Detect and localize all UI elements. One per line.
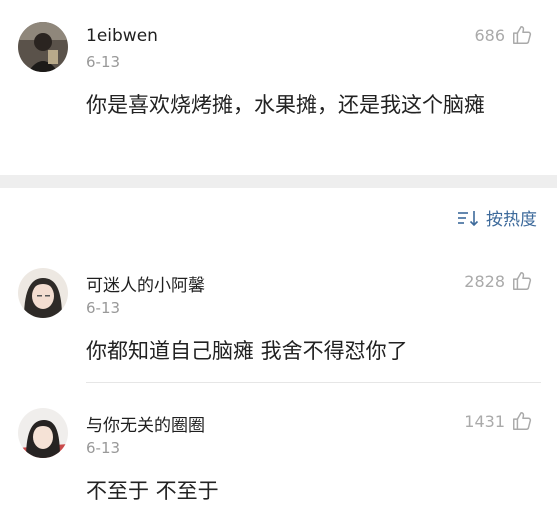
thumbs-up-icon <box>513 272 532 290</box>
avatar[interactable] <box>18 268 68 318</box>
comment-text: 你都知道自己脑瘫 我舍不得怼你了 <box>86 339 408 363</box>
avatar[interactable] <box>18 22 68 72</box>
sort-icon <box>458 210 479 226</box>
sort-label: 按热度 <box>486 210 537 230</box>
avatar[interactable] <box>18 408 68 458</box>
sort-toggle[interactable]: 按热度 <box>456 205 537 230</box>
like-button[interactable]: 2828 <box>464 270 533 292</box>
like-button[interactable]: 686 <box>474 24 533 46</box>
thumbs-up-icon <box>513 412 532 430</box>
username[interactable]: 1eibwen <box>86 26 158 46</box>
section-separator <box>0 175 557 188</box>
username[interactable]: 与你无关的圈圈 <box>86 411 205 436</box>
comment-date: 6-13 <box>86 439 121 457</box>
thumbs-up-icon <box>513 26 532 44</box>
comment-text: 你是喜欢烧烤摊，水果摊，还是我这个脑瘫 <box>86 93 485 117</box>
like-count: 1431 <box>464 411 505 431</box>
comment-date: 6-13 <box>86 53 121 71</box>
comment-text: 不至于 不至于 <box>86 479 219 503</box>
comment-divider <box>86 382 541 383</box>
like-count: 686 <box>474 25 505 45</box>
comment-date: 6-13 <box>86 299 121 317</box>
like-count: 2828 <box>464 271 505 291</box>
username[interactable]: 可迷人的小阿馨 <box>86 271 205 296</box>
like-button[interactable]: 1431 <box>464 410 533 432</box>
